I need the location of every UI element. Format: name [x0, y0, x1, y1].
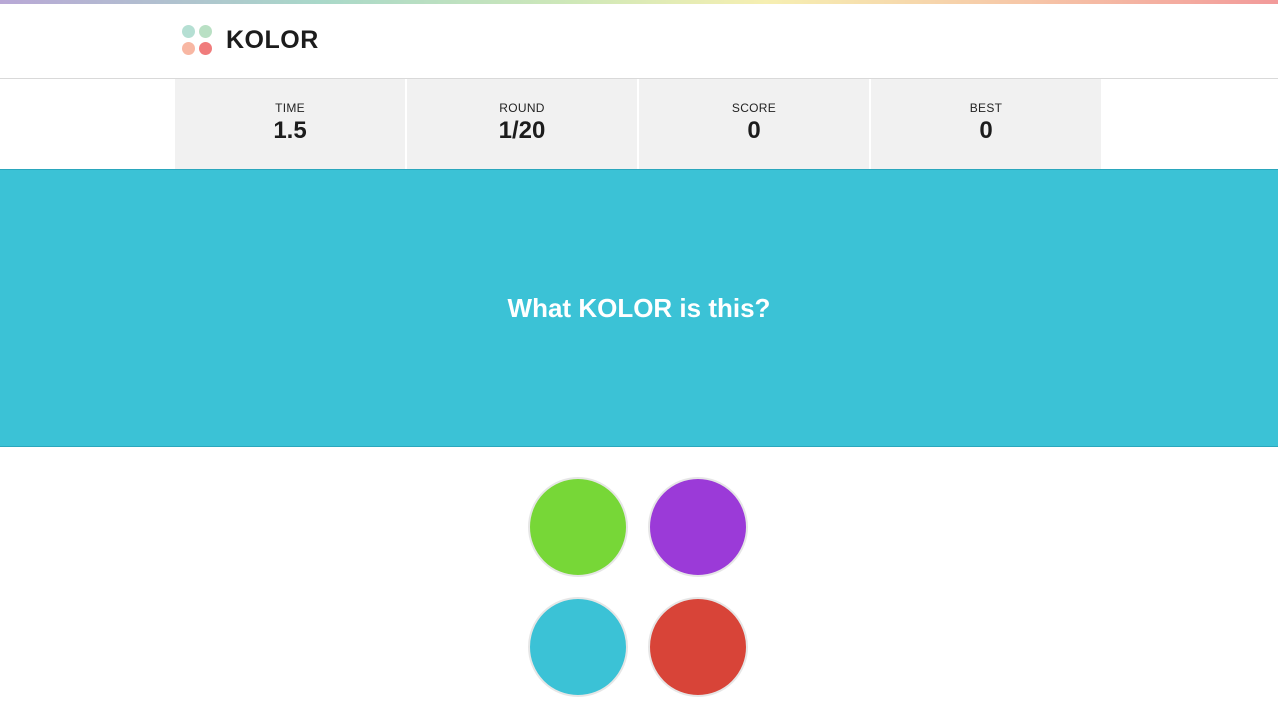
logo-dot	[199, 25, 212, 38]
stat-value: 1.5	[273, 117, 307, 144]
stat-label: TIME	[275, 101, 305, 115]
stat-label: ROUND	[499, 101, 545, 115]
color-choices	[528, 477, 750, 699]
stat-round: ROUND 1/20	[407, 79, 637, 169]
logo[interactable]: KOLOR	[182, 25, 319, 55]
stat-label: BEST	[969, 101, 1003, 115]
logo-dots-icon	[182, 25, 212, 55]
header: KOLOR	[0, 4, 1278, 79]
stat-score: SCORE 0	[639, 79, 869, 169]
prompt-keyword: KOLOR	[578, 292, 673, 323]
color-choice-purple[interactable]	[648, 477, 748, 577]
color-choice-blue[interactable]	[528, 597, 628, 697]
app-title: KOLOR	[226, 25, 319, 54]
logo-dot	[199, 42, 212, 55]
stat-value: 0	[747, 117, 761, 144]
logo-dot	[182, 42, 195, 55]
prompt-text-before: What	[507, 292, 579, 323]
stat-best: BEST 0	[871, 79, 1101, 169]
stat-value: 1/20	[498, 117, 546, 144]
prompt-text-after: is this?	[672, 292, 771, 323]
stat-label: SCORE	[731, 101, 777, 115]
logo-dot	[182, 25, 195, 38]
stat-value: 0	[979, 117, 993, 144]
prompt-question: What KOLOR is this?	[508, 293, 771, 324]
stats-bar: TIME 1.5 ROUND 1/20 SCORE 0 BEST 0	[175, 79, 1103, 169]
color-prompt-panel: What KOLOR is this?	[0, 169, 1278, 447]
stat-time: TIME 1.5	[175, 79, 405, 169]
color-choice-red[interactable]	[648, 597, 748, 697]
color-choice-green[interactable]	[528, 477, 628, 577]
